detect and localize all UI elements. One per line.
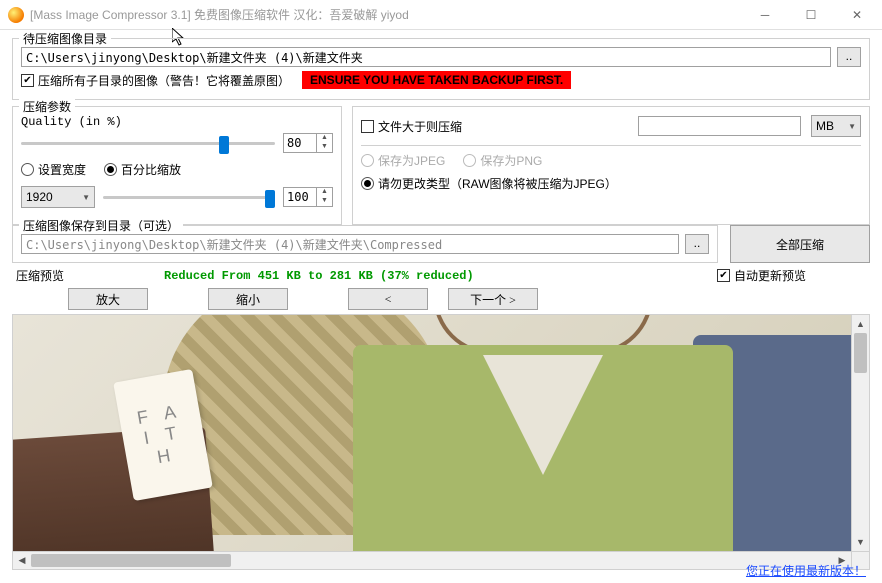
scroll-down-icon[interactable]: ▼	[852, 533, 869, 551]
browse-output-button[interactable]: ..	[685, 234, 709, 254]
backup-warning: ENSURE YOU HAVE TAKEN BACKUP FIRST.	[302, 71, 571, 89]
vertical-scrollbar[interactable]: ▲ ▼	[851, 315, 869, 551]
width-value: 1920	[26, 190, 78, 204]
filesize-checkbox[interactable]	[361, 120, 374, 133]
chevron-down-icon: ▼	[848, 122, 856, 131]
preview-image[interactable]: F AI TH	[13, 315, 851, 551]
compress-all-button[interactable]: 全部压缩	[730, 225, 870, 263]
quality-spin[interactable]: ▲▼	[283, 133, 333, 153]
auto-preview-label[interactable]: ✔ 自动更新预览	[717, 267, 806, 284]
auto-preview-checkbox[interactable]: ✔	[717, 269, 730, 282]
chevron-up-icon[interactable]: ▲	[316, 188, 332, 197]
chevron-down-icon[interactable]: ▼	[316, 143, 332, 152]
scale-value[interactable]	[284, 188, 316, 206]
titlebar: [Mass Image Compressor 3.1] 免费图像压缩软件 汉化：…	[0, 0, 882, 30]
compress-params-label: 压缩参数	[19, 98, 75, 115]
subdirs-checkbox[interactable]: ✔	[21, 74, 34, 87]
save-jpeg-radio	[361, 154, 374, 167]
output-group-label: 压缩图像保存到目录（可选）	[19, 217, 183, 234]
prev-button[interactable]: <	[348, 288, 428, 310]
horizontal-scrollbar[interactable]: ◀ ▶	[12, 552, 852, 570]
scroll-left-icon[interactable]: ◀	[13, 552, 31, 569]
zoom-in-button[interactable]: 放大	[68, 288, 148, 310]
preview-section: 压缩预览 Reduced From 451 KB to 281 KB (37% …	[12, 267, 870, 570]
scroll-up-icon[interactable]: ▲	[852, 315, 869, 333]
quality-value[interactable]	[284, 134, 316, 152]
keep-type-radio[interactable]	[361, 177, 374, 190]
width-combo[interactable]: 1920 ▼	[21, 186, 95, 208]
chevron-down-icon: ▼	[82, 193, 90, 202]
quality-label: Quality (in %)	[21, 115, 333, 129]
set-width-radio-label[interactable]: 设置宽度	[21, 161, 86, 178]
filesize-checkbox-label[interactable]: 文件大于则压缩	[361, 118, 462, 135]
app-icon	[8, 7, 24, 23]
zoom-out-button[interactable]: 缩小	[208, 288, 288, 310]
source-group: 待压缩图像目录 .. ✔ 压缩所有子目录的图像（警告！它将覆盖原图） ENSUR…	[12, 38, 870, 100]
quality-slider[interactable]	[21, 134, 275, 152]
window-title: [Mass Image Compressor 3.1] 免费图像压缩软件 汉化：…	[30, 6, 742, 23]
preview-label: 压缩预览	[16, 267, 64, 284]
next-button[interactable]: 下一个 >	[448, 288, 538, 310]
save-png-radio	[463, 154, 476, 167]
set-width-radio[interactable]	[21, 163, 34, 176]
output-path-input[interactable]	[21, 234, 679, 254]
reduced-message: Reduced From 451 KB to 281 KB (37% reduc…	[164, 269, 474, 283]
compress-params-group: 压缩参数 Quality (in %) ▲▼ 设置宽度	[12, 106, 342, 225]
filesize-unit-combo[interactable]: MB ▼	[811, 115, 861, 137]
save-jpeg-radio-label: 保存为JPEG	[361, 152, 445, 169]
percent-scale-radio-label[interactable]: 百分比缩放	[104, 161, 181, 178]
right-params-group: 文件大于则压缩 MB ▼ 保存为JPEG 保存为PNG	[352, 106, 870, 225]
percent-scale-radio[interactable]	[104, 163, 117, 176]
browse-source-button[interactable]: ..	[837, 47, 861, 67]
update-link[interactable]: 您正在使用最新版本！	[746, 562, 866, 579]
keep-type-radio-label[interactable]: 请勿更改类型（RAW图像将被压缩为JPEG）	[361, 175, 617, 192]
filesize-input[interactable]	[638, 116, 801, 136]
save-png-radio-label: 保存为PNG	[463, 152, 542, 169]
chevron-down-icon[interactable]: ▼	[316, 197, 332, 206]
chevron-up-icon[interactable]: ▲	[316, 134, 332, 143]
subdirs-checkbox-label[interactable]: ✔ 压缩所有子目录的图像（警告！它将覆盖原图）	[21, 72, 290, 89]
subdirs-label-text: 压缩所有子目录的图像（警告！它将覆盖原图）	[38, 72, 290, 89]
minimize-button[interactable]: ─	[742, 0, 788, 30]
output-group: 压缩图像保存到目录（可选） ..	[12, 225, 718, 263]
scale-spin[interactable]: ▲▼	[283, 187, 333, 207]
maximize-button[interactable]: ☐	[788, 0, 834, 30]
scale-slider[interactable]	[103, 188, 275, 206]
source-group-label: 待压缩图像目录	[19, 30, 111, 47]
preview-area: F AI TH ▲ ▼	[12, 314, 870, 552]
close-button[interactable]: ✕	[834, 0, 880, 30]
source-path-input[interactable]	[21, 47, 831, 67]
